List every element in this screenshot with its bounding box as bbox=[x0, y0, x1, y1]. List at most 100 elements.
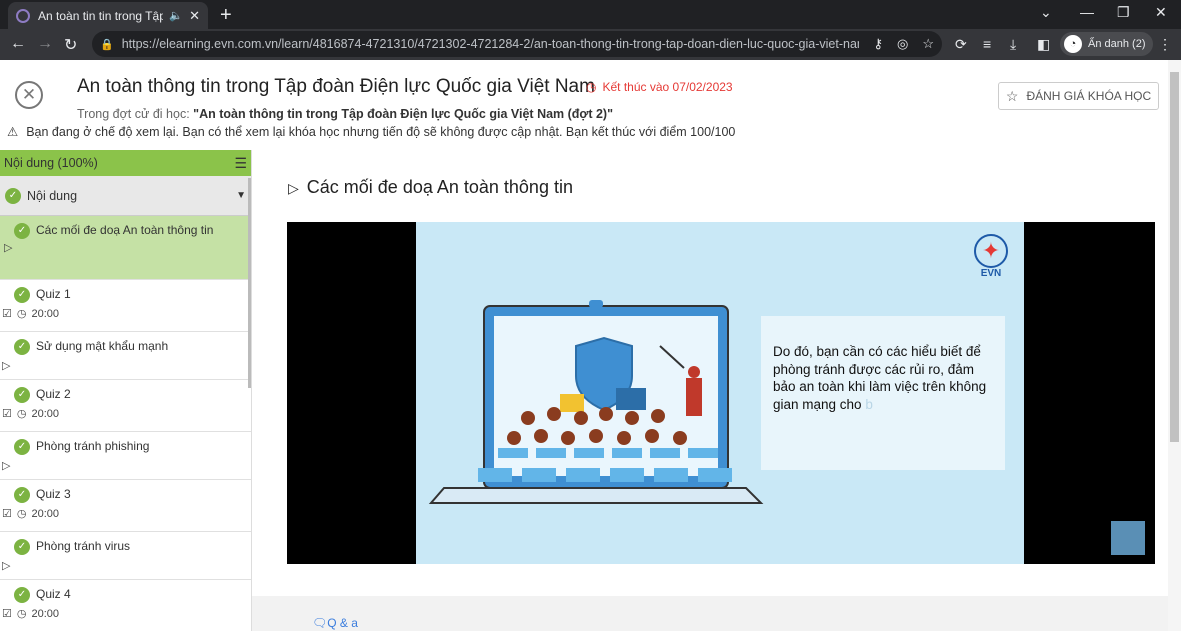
item-name: Quiz 2 bbox=[36, 387, 71, 401]
rate-course-button[interactable]: ☆ ĐÁNH GIÁ KHÓA HỌC bbox=[998, 82, 1159, 110]
tab-search-icon[interactable]: ⌄ bbox=[1040, 4, 1052, 21]
sidebar-progress: Nội dung (100%) bbox=[4, 156, 98, 170]
round-name: "An toàn thông tin trong Tập đoàn Điện l… bbox=[193, 107, 613, 121]
browser-tab-strip: An toàn tin tin trong Tập 🔈 ✕ + ⌄ — ❐ ✕ bbox=[0, 0, 1181, 29]
course-header: ✕ An toàn thông tin trong Tập đoàn Điện … bbox=[0, 60, 1168, 148]
incognito-profile[interactable]: ◔ Ẩn danh (2) bbox=[1060, 32, 1154, 56]
close-window-icon[interactable]: ✕ bbox=[1155, 4, 1167, 21]
video-player[interactable]: ✦ EVN Do đó, bạn cần có các hiểu biết để… bbox=[287, 222, 1155, 564]
maximize-icon[interactable]: ❐ bbox=[1117, 4, 1130, 21]
review-notice-text: Bạn đang ở chế độ xem lại. Bạn có thể xe… bbox=[26, 125, 736, 139]
address-bar[interactable]: 🔒 https://elearning.evn.com.vn/learn/481… bbox=[92, 31, 942, 57]
item-name: Phòng tránh virus bbox=[36, 539, 131, 553]
sidebar-item[interactable]: ✓ Quiz 4 ☑ ◷ 20:00 bbox=[0, 580, 251, 631]
url-text: https://elearning.evn.com.vn/learn/48168… bbox=[121, 37, 860, 51]
timer-icon: ◷ bbox=[16, 308, 27, 320]
star-icon[interactable]: ☆ bbox=[922, 36, 934, 52]
new-tab-button[interactable]: + bbox=[220, 4, 232, 27]
download-icon[interactable]: ⤓ bbox=[1010, 36, 1016, 53]
check-icon: ✓ bbox=[14, 487, 30, 503]
lesson-title-text: Các mối đe doạ An toàn thông tin bbox=[306, 177, 573, 197]
minimize-icon[interactable]: — bbox=[1080, 4, 1094, 20]
tab-title: An toàn tin tin trong Tập bbox=[38, 8, 164, 23]
sidebar-item[interactable]: ✓ Quiz 3 ☑ ◷ 20:00 bbox=[0, 480, 251, 532]
item-time: 20:00 bbox=[31, 407, 60, 420]
close-course-button[interactable]: ✕ bbox=[15, 81, 43, 109]
item-name: Quiz 3 bbox=[36, 487, 71, 501]
browser-tab[interactable]: An toàn tin tin trong Tập 🔈 ✕ bbox=[8, 2, 208, 29]
end-date-text: Kết thúc vào 07/02/2023 bbox=[602, 80, 733, 94]
sidebar-item[interactable]: ✓ Sử dụng mật khẩu mạnh ▷ bbox=[0, 332, 251, 380]
incognito-icon: ◔ bbox=[1064, 35, 1082, 53]
star-outline-icon: ☆ bbox=[1005, 87, 1019, 104]
item-time: 20:00 bbox=[31, 607, 60, 620]
qa-link[interactable]: 🗨Q & a bbox=[312, 616, 358, 630]
play-icon: ▷ bbox=[288, 180, 299, 196]
back-icon[interactable]: ← bbox=[10, 35, 26, 53]
play-icon: ▷ bbox=[2, 460, 11, 472]
check-icon: ✓ bbox=[14, 387, 30, 403]
caret-down-icon: ▼ bbox=[236, 190, 246, 201]
video-thumbnail[interactable] bbox=[1111, 521, 1145, 555]
slide-caption: Do đó, bạn cần có các hiểu biết để phòng… bbox=[761, 316, 1005, 470]
sidebar-header: Nội dung (100%) ☰ bbox=[0, 150, 251, 176]
page-scrollbar-thumb[interactable] bbox=[1170, 72, 1179, 442]
page-scrollbar[interactable] bbox=[1168, 60, 1181, 631]
favicon-icon bbox=[16, 8, 30, 23]
more-menu-icon[interactable]: ⋮ bbox=[1158, 36, 1172, 53]
timer-icon: ◷ bbox=[16, 508, 27, 520]
qa-label: Q & a bbox=[327, 616, 358, 630]
reload-icon[interactable]: ↻ bbox=[64, 35, 77, 55]
quiz-icon: ☑ bbox=[2, 608, 12, 620]
close-tab-icon[interactable]: ✕ bbox=[189, 8, 200, 24]
check-icon: ✓ bbox=[14, 223, 30, 239]
lesson-panel: ▷ Các mối đe doạ An toàn thông tin ✦ EVN… bbox=[252, 150, 1168, 596]
extension-icon[interactable]: ⟳ bbox=[955, 36, 967, 53]
slide-caption-fade: b bbox=[865, 396, 873, 412]
chat-icon: 🗨 bbox=[312, 616, 328, 630]
compass-star-icon: ✦ bbox=[974, 234, 1008, 268]
sidebar-section[interactable]: ✓ Nội dung ▼ bbox=[0, 176, 251, 216]
speaker-icon[interactable]: 🔈 bbox=[169, 9, 183, 22]
item-name: Quiz 1 bbox=[36, 287, 71, 301]
course-sidebar: Nội dung (100%) ☰ ✓ Nội dung ▼ ✓ Các mối … bbox=[0, 150, 252, 631]
timer-icon: ◷ bbox=[16, 408, 27, 420]
check-icon: ✓ bbox=[14, 439, 30, 455]
check-icon: ✓ bbox=[14, 539, 30, 555]
sidebar-scrollbar[interactable] bbox=[248, 178, 251, 388]
reading-list-icon[interactable]: ≡ bbox=[983, 36, 991, 52]
clock-icon: ◷ bbox=[586, 80, 597, 94]
video-slide: ✦ EVN Do đó, bạn cần có các hiểu biết để… bbox=[416, 222, 1024, 564]
item-time: 20:00 bbox=[31, 307, 60, 320]
lock-icon[interactable]: 🔒 bbox=[100, 38, 114, 51]
eye-off-icon[interactable]: ◎ bbox=[897, 36, 908, 52]
check-icon: ✓ bbox=[5, 187, 21, 204]
lesson-content: ▷ Các mối đe doạ An toàn thông tin ✦ EVN… bbox=[252, 150, 1168, 631]
quiz-icon: ☑ bbox=[2, 308, 12, 320]
key-icon[interactable]: ⚷ bbox=[873, 36, 883, 52]
end-date: ◷ Kết thúc vào 07/02/2023 bbox=[586, 80, 733, 94]
item-name: Phòng tránh phishing bbox=[36, 439, 150, 453]
sidebar-item[interactable]: ✓ Quiz 2 ☑ ◷ 20:00 bbox=[0, 380, 251, 432]
quiz-icon: ☑ bbox=[2, 508, 12, 520]
check-icon: ✓ bbox=[14, 287, 30, 303]
evn-logo-text: EVN bbox=[980, 268, 1002, 279]
sidebar-item[interactable]: ✓ Phòng tránh phishing ▷ bbox=[0, 432, 251, 480]
forward-icon[interactable]: → bbox=[37, 35, 53, 53]
section-label: Nội dung bbox=[27, 188, 78, 203]
check-icon: ✓ bbox=[14, 339, 30, 355]
item-name: Các mối đe doạ An toàn thông tin bbox=[36, 223, 214, 237]
timer-icon: ◷ bbox=[16, 608, 27, 620]
item-name: Sử dụng mật khẩu mạnh bbox=[36, 339, 169, 353]
profile-label: Ẩn danh (2) bbox=[1088, 38, 1146, 50]
sidebar-item[interactable]: ✓ Quiz 1 ☑ ◷ 20:00 bbox=[0, 280, 251, 332]
check-icon: ✓ bbox=[14, 587, 30, 603]
side-panel-icon[interactable]: ◧ bbox=[1037, 36, 1050, 53]
sidebar-item[interactable]: ✓ Các mối đe doạ An toàn thông tin ▷ bbox=[0, 216, 251, 280]
warning-icon: ⚠ bbox=[7, 125, 19, 139]
play-icon: ▷ bbox=[2, 560, 11, 572]
course-title: An toàn thông tin trong Tập đoàn Điện lự… bbox=[77, 76, 595, 97]
collapse-sidebar-icon[interactable]: ☰ bbox=[234, 155, 247, 172]
sidebar-item[interactable]: ✓ Phòng tránh virus ▷ bbox=[0, 532, 251, 580]
rate-course-label: ĐÁNH GIÁ KHÓA HỌC bbox=[1026, 89, 1152, 103]
